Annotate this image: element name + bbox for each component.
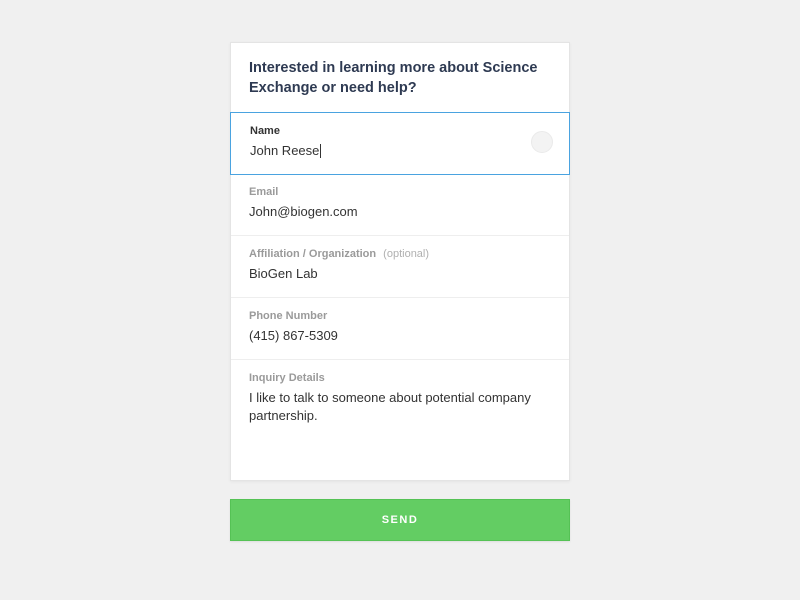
inquiry-input[interactable] (249, 389, 551, 461)
affiliation-label-text: Affiliation / Organization (249, 248, 376, 260)
contact-form-card: Interested in learning more about Scienc… (230, 42, 570, 481)
affiliation-optional-text: (optional) (383, 248, 429, 260)
phone-field[interactable]: Phone Number (231, 298, 569, 360)
email-field[interactable]: Email (231, 174, 569, 236)
affiliation-input[interactable] (249, 266, 551, 281)
email-label: Email (249, 186, 551, 198)
phone-input[interactable] (249, 328, 551, 343)
name-field[interactable]: Name John Reese (230, 112, 570, 175)
send-button[interactable]: SEND (230, 499, 570, 541)
name-input-value: John Reese (250, 143, 319, 158)
form-header: Interested in learning more about Scienc… (231, 43, 569, 113)
inquiry-label: Inquiry Details (249, 372, 551, 384)
affiliation-field[interactable]: Affiliation / Organization (optional) (231, 236, 569, 298)
inquiry-field[interactable]: Inquiry Details (231, 360, 569, 480)
name-label: Name (250, 125, 550, 137)
status-dot-icon (531, 131, 553, 153)
form-title: Interested in learning more about Scienc… (249, 59, 551, 98)
text-caret (320, 144, 321, 158)
email-input[interactable] (249, 204, 551, 219)
phone-label: Phone Number (249, 310, 551, 322)
affiliation-label: Affiliation / Organization (optional) (249, 248, 551, 260)
